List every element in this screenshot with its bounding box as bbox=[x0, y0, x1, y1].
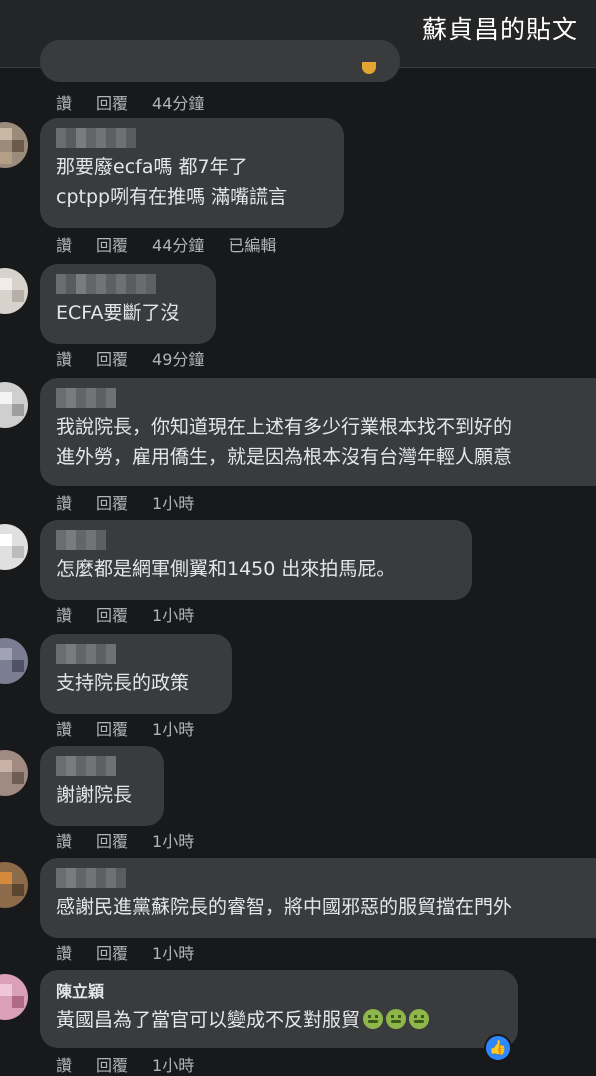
like-button[interactable]: 讚 bbox=[56, 90, 72, 114]
comment-text: ECFA要斷了沒 bbox=[56, 302, 180, 324]
author-name-blurred[interactable] bbox=[56, 530, 456, 550]
avatar[interactable] bbox=[0, 750, 28, 796]
author-name-blurred[interactable] bbox=[56, 644, 216, 664]
like-reaction-icon[interactable]: 👍 bbox=[484, 1034, 512, 1062]
reply-button[interactable]: 回覆 bbox=[96, 346, 128, 370]
comment-actions: 讚 回覆 1小時 bbox=[56, 602, 194, 626]
comment-bubble: 謝謝院長 bbox=[40, 746, 164, 826]
comment-bubble: 感謝民進黨蘇院長的睿智，將中國邪惡的服貿擋在門外 bbox=[40, 858, 596, 938]
comment-time[interactable]: 1小時 bbox=[152, 602, 194, 626]
comment-actions: 讚 回覆 44分鐘 bbox=[56, 90, 204, 114]
comment-bubble-partial bbox=[40, 40, 400, 82]
comment-time[interactable]: 49分鐘 bbox=[152, 346, 204, 370]
comment-text: 謝謝院長 bbox=[56, 784, 133, 806]
nauseated-face-icon bbox=[409, 1009, 430, 1029]
author-name-blurred[interactable] bbox=[56, 388, 596, 408]
comment-actions: 讚 回覆 1小時 bbox=[56, 1052, 194, 1076]
comment-actions: 讚 回覆 49分鐘 bbox=[56, 346, 204, 370]
comment-bubble: 陳立穎 黃國昌為了當官可以變成不反對服貿 bbox=[40, 970, 518, 1048]
comment-text: 感謝民進黨蘇院長的睿智，將中國邪惡的服貿擋在門外 bbox=[56, 896, 513, 918]
comment-bubble: 我說院長，你知道現在上述有多少行業根本找不到好的 進外勞，雇用僑生，就是因為根本… bbox=[40, 378, 596, 486]
comment-actions: 讚 回覆 44分鐘 已編輯 bbox=[56, 232, 276, 256]
nauseated-face-icon bbox=[363, 1009, 384, 1029]
author-name-blurred[interactable] bbox=[56, 274, 200, 294]
reply-button[interactable]: 回覆 bbox=[96, 828, 128, 852]
reply-button[interactable]: 回覆 bbox=[96, 940, 128, 964]
like-button[interactable]: 讚 bbox=[56, 232, 72, 256]
avatar[interactable] bbox=[0, 974, 28, 1020]
reply-button[interactable]: 回覆 bbox=[96, 716, 128, 740]
comment-text-row: 黃國昌為了當官可以變成不反對服貿 bbox=[56, 1006, 502, 1034]
avatar[interactable] bbox=[0, 122, 28, 168]
reply-button[interactable]: 回覆 bbox=[96, 490, 128, 514]
comment-time[interactable]: 1小時 bbox=[152, 940, 194, 964]
author-name-blurred[interactable] bbox=[56, 756, 148, 776]
comment-time[interactable]: 44分鐘 bbox=[152, 232, 204, 256]
comment-text: 那要廢ecfa嗎 都7年了 bbox=[56, 156, 248, 178]
comment-actions: 讚 回覆 1小時 bbox=[56, 490, 194, 514]
comment-bubble: 那要廢ecfa嗎 都7年了 cptpp咧有在推嗎 滿嘴謊言 bbox=[40, 118, 344, 228]
comment-text: 黃國昌為了當官可以變成不反對服貿 bbox=[56, 1009, 361, 1031]
comment-text: cptpp咧有在推嗎 滿嘴謊言 bbox=[56, 186, 288, 208]
comment-actions: 讚 回覆 1小時 bbox=[56, 828, 194, 852]
comment-bubble: 怎麼都是網軍側翼和1450 出來拍馬屁。 bbox=[40, 520, 472, 600]
comment-time[interactable]: 1小時 bbox=[152, 716, 194, 740]
avatar[interactable] bbox=[0, 268, 28, 314]
avatar[interactable] bbox=[0, 524, 28, 570]
like-button[interactable]: 讚 bbox=[56, 1052, 72, 1076]
reply-button[interactable]: 回覆 bbox=[96, 232, 128, 256]
comment-text: 怎麼都是網軍側翼和1450 出來拍馬屁。 bbox=[56, 558, 396, 580]
like-button[interactable]: 讚 bbox=[56, 828, 72, 852]
comment-text: 我說院長，你知道現在上述有多少行業根本找不到好的 bbox=[56, 416, 513, 438]
comment-bubble: ECFA要斷了沒 bbox=[40, 264, 216, 344]
comment-time[interactable]: 1小時 bbox=[152, 828, 194, 852]
comment-time[interactable]: 1小時 bbox=[152, 1052, 194, 1076]
avatar[interactable] bbox=[0, 862, 28, 908]
author-name-blurred[interactable] bbox=[56, 128, 328, 148]
nauseated-face-icon bbox=[386, 1009, 407, 1029]
comment-time[interactable]: 1小時 bbox=[152, 490, 194, 514]
avatar[interactable] bbox=[0, 638, 28, 684]
edited-label[interactable]: 已編輯 bbox=[228, 232, 276, 256]
like-button[interactable]: 讚 bbox=[56, 346, 72, 370]
avatar[interactable] bbox=[0, 382, 28, 428]
author-name[interactable]: 陳立穎 bbox=[56, 978, 502, 1002]
like-button[interactable]: 讚 bbox=[56, 940, 72, 964]
reply-button[interactable]: 回覆 bbox=[96, 602, 128, 626]
like-button[interactable]: 讚 bbox=[56, 716, 72, 740]
comment-text: 支持院長的政策 bbox=[56, 672, 190, 694]
comment-actions: 讚 回覆 1小時 bbox=[56, 940, 194, 964]
author-name-blurred[interactable] bbox=[56, 868, 596, 888]
like-button[interactable]: 讚 bbox=[56, 602, 72, 626]
reply-button[interactable]: 回覆 bbox=[96, 1052, 128, 1076]
comment-text: 進外勞，雇用僑生，就是因為根本沒有台灣年輕人願意 bbox=[56, 446, 513, 468]
comment-time[interactable]: 44分鐘 bbox=[152, 90, 204, 114]
like-button[interactable]: 讚 bbox=[56, 490, 72, 514]
reply-button[interactable]: 回覆 bbox=[96, 90, 128, 114]
page-title: 蘇貞昌的貼文 bbox=[421, 15, 578, 44]
comment-bubble: 支持院長的政策 bbox=[40, 634, 232, 714]
comment-actions: 讚 回覆 1小時 bbox=[56, 716, 194, 740]
